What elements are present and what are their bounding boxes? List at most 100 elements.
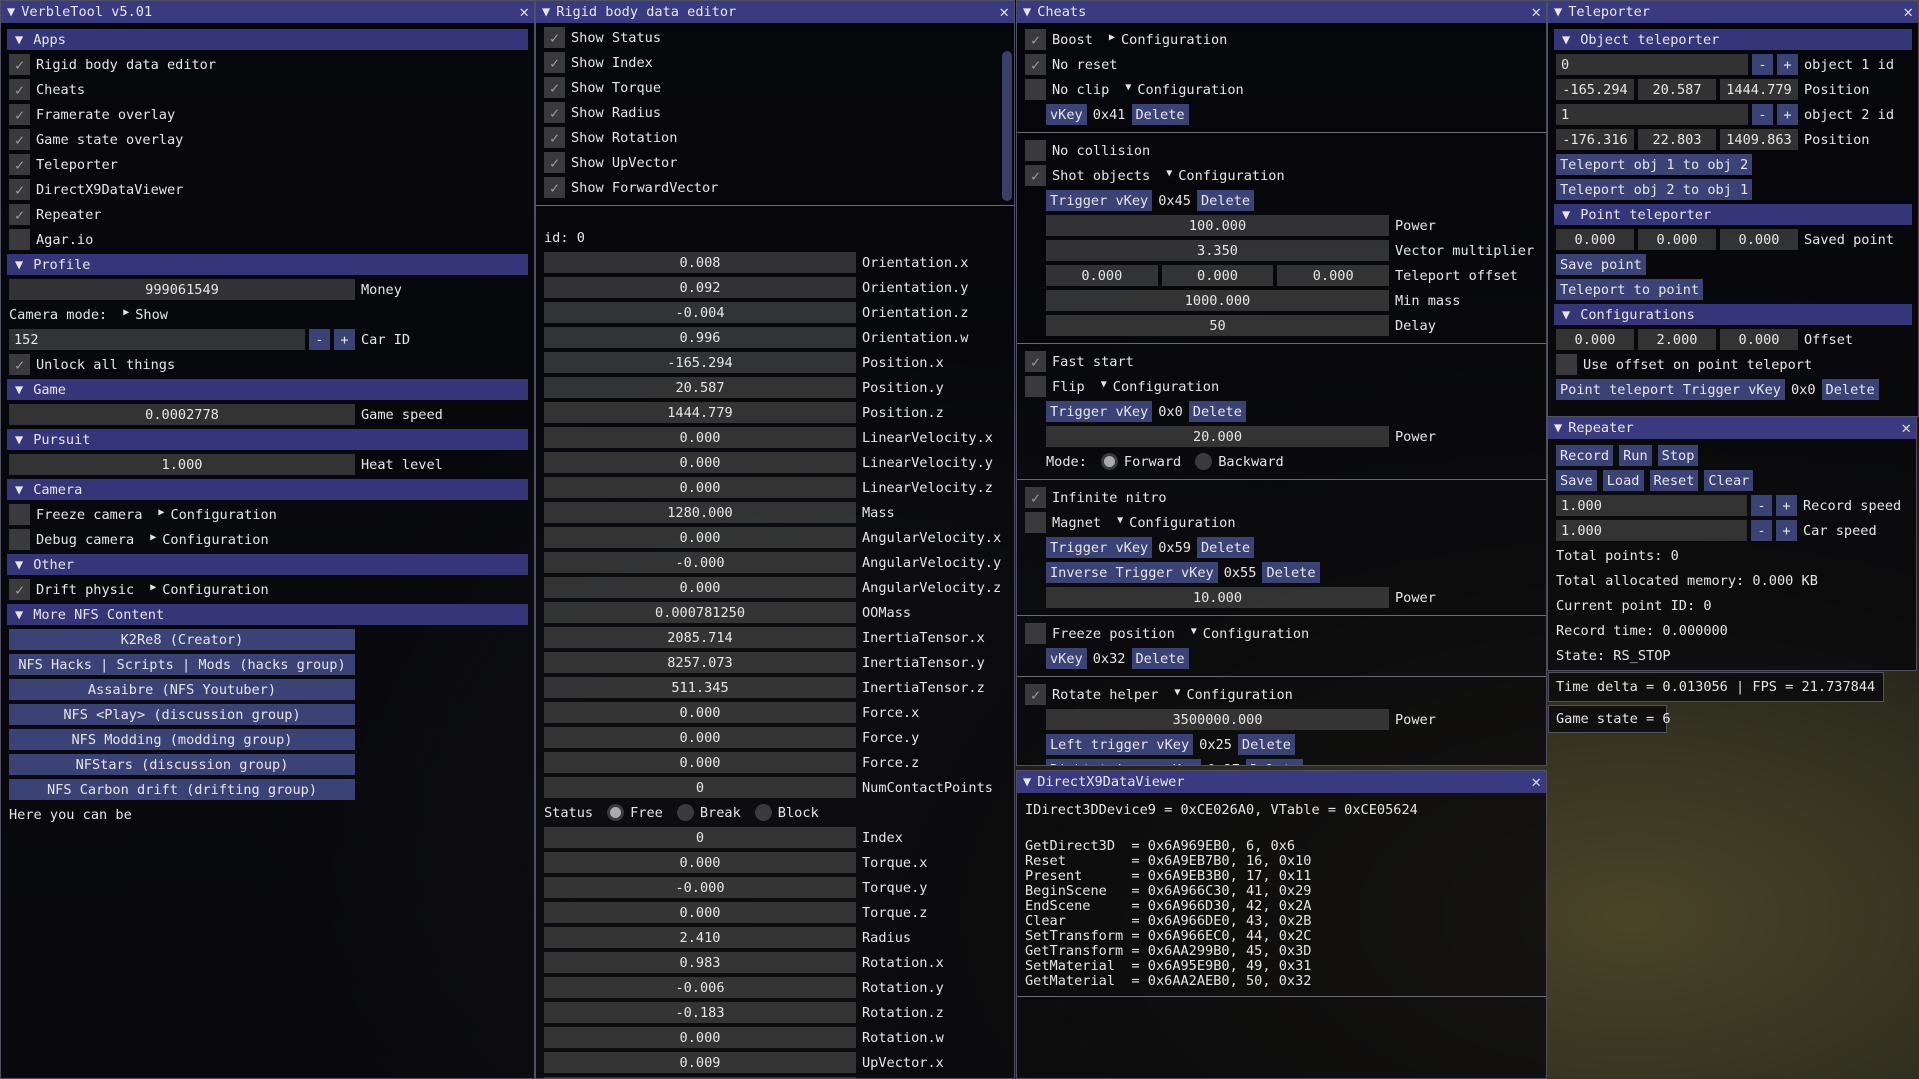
checkbox-label[interactable]: Show ForwardVector (571, 180, 718, 196)
value-input[interactable]: 2.410 (544, 927, 856, 948)
inverse-trigger-vkey-button[interactable]: Inverse Trigger vKey (1046, 562, 1218, 583)
reset-button[interactable]: Reset (1649, 470, 1699, 491)
checkbox[interactable]: ✓ (1025, 54, 1046, 75)
value-input[interactable]: 0.092 (544, 277, 856, 298)
radio-forward[interactable] (1100, 453, 1118, 470)
value-input[interactable]: 2085.714 (544, 627, 856, 648)
checkbox-label[interactable]: Show UpVector (571, 155, 677, 171)
link-button-nfs-hacks-scripts-mods-hacks-group[interactable]: NFS Hacks | Scripts | Mods (hacks group) (9, 654, 355, 675)
value-input[interactable]: 0 (544, 827, 856, 848)
value-input[interactable]: 0.000 (1638, 229, 1716, 250)
section-header-more-nfs-content[interactable]: ▼ More NFS Content (7, 604, 528, 625)
checkbox-label[interactable]: No reset (1052, 57, 1117, 73)
decrement-button[interactable]: - (309, 329, 330, 350)
radio-break[interactable] (676, 804, 694, 821)
value-input[interactable]: 20.587 (544, 377, 856, 398)
teleport-to-point-button[interactable]: Teleport to point (1556, 279, 1704, 300)
value-input[interactable]: 0.996 (544, 327, 856, 348)
value-input[interactable]: -165.294 (1556, 79, 1634, 100)
scrollbar[interactable] (1002, 51, 1012, 201)
section-header-game[interactable]: ▼ Game (7, 379, 528, 400)
checkbox[interactable] (1025, 623, 1046, 644)
delete-button[interactable]: Delete (1262, 562, 1320, 583)
checkbox[interactable]: ✓ (544, 102, 565, 123)
checkbox-label[interactable]: Agar.io (36, 232, 93, 248)
checkbox-label[interactable]: Fast start (1052, 354, 1134, 370)
collapse-arrow-icon[interactable]: ▼ (1554, 420, 1562, 436)
decrement-button[interactable]: - (1752, 54, 1773, 75)
value-input[interactable]: 0.000 (544, 452, 856, 473)
checkbox-label[interactable]: Game state overlay (36, 132, 183, 148)
value-input[interactable]: 999061549 (9, 279, 355, 300)
checkbox[interactable]: ✓ (9, 354, 30, 375)
title-bar[interactable]: ▼ Teleporter ✕ (1548, 1, 1918, 23)
value-input[interactable]: 1.000 (1556, 495, 1747, 516)
checkbox[interactable]: ✓ (544, 127, 565, 148)
value-input[interactable]: 0.000 (544, 427, 856, 448)
delete-button[interactable]: Delete (1196, 537, 1255, 558)
value-input[interactable]: 10.000 (1046, 587, 1389, 608)
checkbox-label[interactable]: Rotate helper (1052, 687, 1158, 703)
close-icon[interactable]: ✕ (519, 2, 529, 21)
link-button-assaibre-nfs-youtuber[interactable]: Assaibre (NFS Youtuber) (9, 679, 355, 700)
run-button[interactable]: Run (1619, 445, 1652, 466)
clear-button[interactable]: Clear (1704, 470, 1754, 491)
value-input[interactable]: 0.0002778 (9, 404, 355, 425)
save-button[interactable]: Save (1556, 470, 1597, 491)
value-input[interactable]: 1444.779 (544, 402, 856, 423)
checkbox[interactable]: ✓ (1025, 351, 1046, 372)
left-trigger-vkey-button[interactable]: Left trigger vKey (1046, 734, 1194, 755)
checkbox-label[interactable]: Show Radius (571, 105, 661, 121)
value-input[interactable]: 100.000 (1046, 215, 1389, 236)
value-input[interactable]: 1.000 (9, 454, 355, 475)
checkbox[interactable]: ✓ (544, 177, 565, 198)
tree-node-configuration[interactable]: ▼ Configuration (1166, 168, 1284, 184)
tree-node-configuration[interactable]: ▼ Configuration (1125, 82, 1243, 98)
delete-button[interactable]: Delete (1237, 734, 1295, 755)
value-input[interactable]: -0.004 (544, 302, 856, 323)
checkbox-label[interactable]: Use offset on point teleport (1583, 357, 1812, 373)
section-header-point-teleporter[interactable]: ▼ Point teleporter (1554, 204, 1912, 225)
value-input[interactable]: -0.000 (544, 552, 856, 573)
checkbox[interactable]: ✓ (9, 79, 30, 100)
checkbox-label[interactable]: Show Rotation (571, 130, 677, 146)
load-button[interactable]: Load (1602, 470, 1644, 491)
value-input[interactable]: 22.803 (1638, 129, 1716, 150)
value-input[interactable]: 0.000 (1277, 265, 1390, 286)
link-button-nfs-modding-modding-group[interactable]: NFS Modding (modding group) (9, 729, 355, 750)
value-input[interactable]: 0.000 (544, 477, 856, 498)
checkbox[interactable] (1025, 140, 1046, 161)
delete-button[interactable]: Delete (1188, 401, 1246, 422)
decrement-button[interactable]: - (1752, 104, 1773, 125)
link-button-nfstars-discussion-group[interactable]: NFStars (discussion group) (9, 754, 355, 775)
value-input[interactable]: 0 (544, 777, 856, 798)
record-button[interactable]: Record (1556, 445, 1614, 466)
value-input[interactable]: -165.294 (544, 352, 856, 373)
link-button-nfs-play-discussion-group[interactable]: NFS <Play> (discussion group) (9, 704, 355, 725)
teleport-obj-1-to-obj-2-button[interactable]: Teleport obj 1 to obj 2 (1556, 154, 1753, 175)
trigger-vkey-button[interactable]: Trigger vKey (1046, 401, 1153, 422)
checkbox-label[interactable]: Unlock all things (36, 357, 175, 373)
value-input[interactable]: 8257.073 (544, 652, 856, 673)
close-icon[interactable]: ✕ (999, 2, 1009, 21)
tree-node-configuration[interactable]: ▶ Configuration (150, 532, 268, 548)
value-input[interactable]: 0.000 (1720, 229, 1798, 250)
teleport-obj-2-to-obj-1-button[interactable]: Teleport obj 2 to obj 1 (1556, 179, 1753, 200)
vkey-button[interactable]: vKey (1046, 648, 1087, 669)
value-input[interactable]: 20.000 (1046, 426, 1389, 447)
section-header-pursuit[interactable]: ▼ Pursuit (7, 429, 528, 450)
checkbox-label[interactable]: Repeater (36, 207, 101, 223)
section-header-profile[interactable]: ▼ Profile (7, 254, 528, 275)
checkbox[interactable]: ✓ (9, 104, 30, 125)
radio-block[interactable] (754, 804, 772, 821)
value-input[interactable]: 2.000 (1638, 329, 1716, 350)
checkbox-label[interactable]: Drift physic (36, 582, 134, 598)
progress-slider[interactable]: 0.00 (1556, 670, 1797, 671)
checkbox[interactable]: ✓ (544, 27, 565, 48)
close-icon[interactable]: ✕ (1531, 2, 1541, 21)
value-input[interactable]: 0.000 (544, 577, 856, 598)
value-input[interactable]: 0.000 (1161, 265, 1274, 286)
value-input[interactable]: -0.006 (544, 977, 856, 998)
delete-button[interactable]: Delete (1196, 190, 1255, 211)
checkbox-label[interactable]: Show Index (571, 55, 653, 71)
